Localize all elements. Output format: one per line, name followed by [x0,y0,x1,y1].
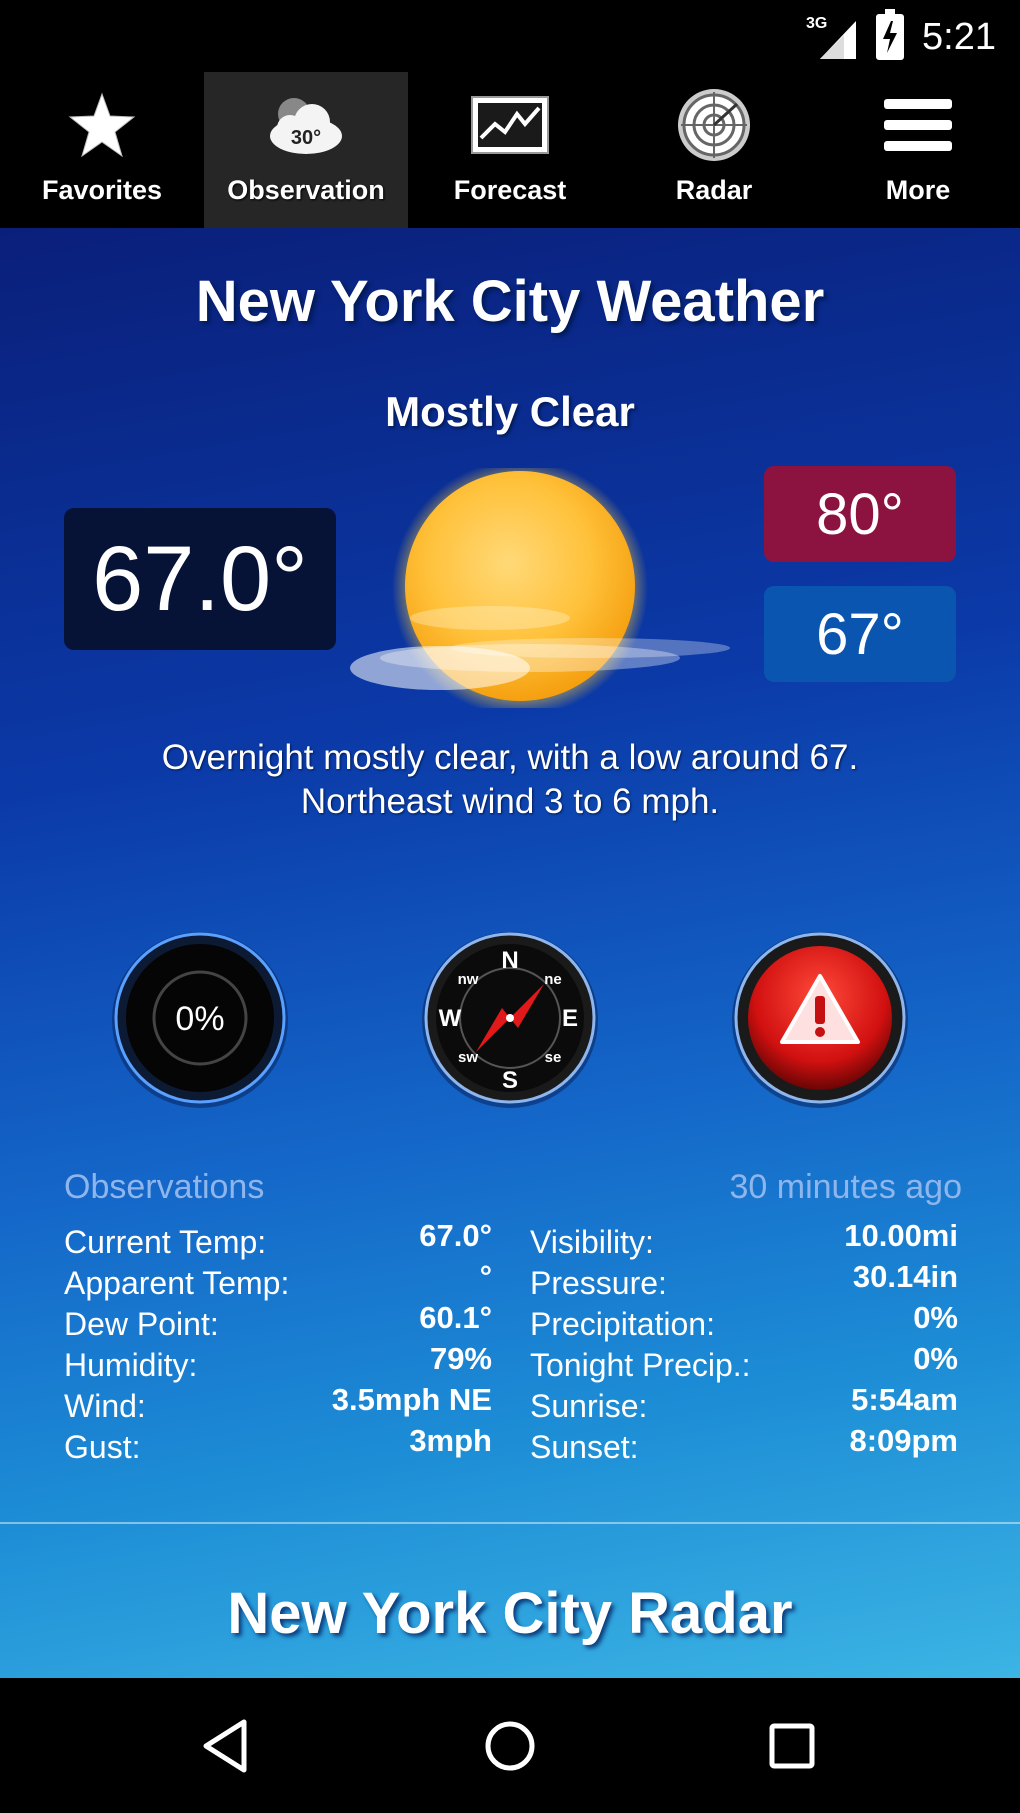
observations-updated: 30 minutes ago [729,1168,963,1206]
obs-label: Dew Point: [64,1306,219,1342]
compass-w: W [439,1005,462,1032]
obs-row-sunrise: Sunrise: 5:54am [530,1382,958,1424]
nav-observation-label: Observation [227,175,385,205]
alert-button[interactable] [730,928,910,1108]
obs-value: 8:09pm [849,1423,958,1458]
observations-header: Observations [64,1168,265,1206]
precip-gauge-value: 0% [175,1000,224,1038]
obs-label: Pressure: [530,1265,667,1301]
forecast-description: Overnight mostly clear, with a low aroun… [80,736,940,824]
page-title: New York City Weather [195,269,825,334]
obs-value: 67.0° [419,1218,492,1253]
menu-icon [882,85,954,165]
obs-value: ° [479,1259,492,1294]
compass-se: se [545,1049,562,1066]
nav-radar[interactable]: Radar [612,72,816,228]
nav-radar-label: Radar [675,175,753,205]
high-temp: 80° [764,466,956,562]
obs-label: Sunrise: [530,1388,648,1424]
compass-nw: nw [458,971,479,988]
compass-n: N [501,947,518,974]
obs-value: 0% [913,1300,958,1335]
condition-text: Mostly Clear [385,388,635,435]
obs-row-dew-point: Dew Point: 60.1° [64,1300,492,1342]
home-button[interactable] [478,1714,542,1778]
obs-row-wind: Wind: 3.5mph NE [64,1382,492,1424]
observations-right: Visibility: 10.00mi Pressure: 30.14in Pr… [530,1218,958,1465]
cloud-temp-text: 30° [291,127,321,149]
obs-label: Wind: [64,1388,146,1424]
obs-row-precipitation: Precipitation: 0% [530,1300,958,1342]
obs-row-visibility: Visibility: 10.00mi [530,1218,958,1260]
obs-value: 5:54am [851,1382,958,1417]
description-line-2: Northeast wind 3 to 6 mph. [300,782,720,821]
recents-button[interactable] [760,1714,824,1778]
back-button[interactable] [196,1714,260,1778]
star-icon [68,85,136,165]
nav-more-label: More [885,175,951,205]
obs-row-sunset: Sunset: 8:09pm [530,1423,958,1465]
low-temp: 67° [764,586,956,682]
wind-compass-button[interactable]: N E S W ne nw se sw [420,928,600,1108]
cloud-temp-icon: 30° [266,85,346,165]
description-line-1: Overnight mostly clear, with a low aroun… [161,738,859,777]
obs-value: 3mph [409,1423,492,1458]
current-temp: 67.0° [64,508,336,650]
signal-icon: 3G [806,15,858,59]
obs-row-gust: Gust: 3mph [64,1423,492,1465]
obs-label: Humidity: [64,1347,198,1383]
obs-label: Tonight Precip.: [530,1347,751,1383]
recents-icon [769,1723,815,1769]
compass-s: S [502,1067,518,1094]
nav-observation[interactable]: 30° Observation [204,72,408,228]
back-icon [203,1719,247,1773]
nav-forecast[interactable]: Forecast [408,72,612,228]
weather-panel: New York City Weather Mostly Clear 67.0° [0,228,1020,1678]
battery-icon [876,9,905,60]
obs-label: Current Temp: [64,1224,267,1260]
mostly-clear-icon [330,460,750,716]
section-divider [0,1522,1020,1524]
obs-row-apparent-temp: Apparent Temp: ° [64,1259,492,1301]
nav-favorites-label: Favorites [41,175,163,205]
obs-row-current-temp: Current Temp: 67.0° [64,1218,492,1260]
home-icon [485,1721,535,1771]
obs-value: 30.14in [852,1259,958,1294]
nav-forecast-label: Forecast [453,175,567,205]
obs-row-pressure: Pressure: 30.14in [530,1259,958,1301]
obs-value: 60.1° [419,1300,492,1335]
radar-icon [675,85,753,165]
observations-left: Current Temp: 67.0° Apparent Temp: ° Dew… [64,1218,492,1465]
compass-sw: sw [458,1049,478,1066]
obs-value: 3.5mph NE [331,1382,492,1417]
nav-favorites[interactable]: Favorites [0,72,204,228]
obs-label: Apparent Temp: [64,1265,290,1301]
obs-value: 79% [429,1341,492,1376]
obs-label: Precipitation: [530,1306,715,1342]
obs-label: Sunset: [530,1429,639,1465]
status-icons: 3G 5:21 [806,9,996,60]
compass-e: E [562,1005,578,1032]
system-nav-bar [0,1678,1020,1813]
radar-section-title[interactable]: New York City Radar [0,1580,1020,1647]
nav-more[interactable]: More [816,72,1020,228]
obs-row-humidity: Humidity: 79% [64,1341,492,1383]
status-bar: 3G 5:21 [0,0,1020,72]
network-type: 3G [806,15,828,32]
compass-ne: ne [544,971,562,988]
clock: 5:21 [922,15,996,58]
line-chart-icon [469,85,551,165]
obs-label: Gust: [64,1429,141,1465]
obs-value: 0% [913,1341,958,1376]
obs-label: Visibility: [530,1224,654,1260]
top-nav: Favorites 30° Observation Forecast Radar… [0,72,1020,228]
obs-value: 10.00mi [844,1218,958,1253]
precip-gauge-button[interactable]: 0% [110,928,290,1108]
obs-row-tonight-precip: Tonight Precip.: 0% [530,1341,958,1383]
